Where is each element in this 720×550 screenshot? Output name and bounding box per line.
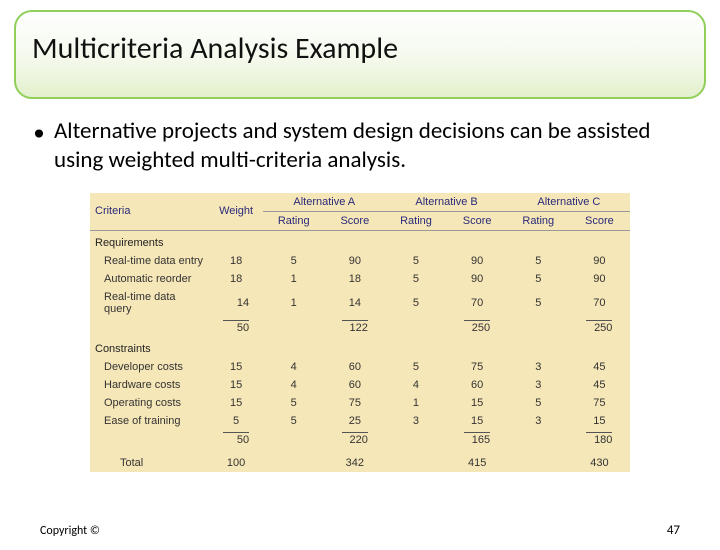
footer-page-number: 47	[667, 523, 680, 538]
col-c-rating: Rating	[508, 211, 569, 230]
col-criteria: Criteria	[90, 193, 209, 231]
col-b-score: Score	[447, 211, 508, 230]
criteria-table: Criteria Weight Alternative A Alternativ…	[90, 193, 630, 472]
bullet-text: Alternative projects and system design d…	[48, 117, 690, 175]
total-row: Total 100 342 415 430	[90, 449, 630, 472]
col-c-score: Score	[569, 211, 630, 230]
subtotal-constraints: 50 220 165 180	[90, 430, 630, 449]
bullet-list: • Alternative projects and system design…	[30, 117, 690, 175]
section-requirements: Requirements	[90, 230, 630, 252]
col-a-rating: Rating	[263, 211, 324, 230]
bullet-item: • Alternative projects and system design…	[30, 117, 690, 175]
section-constraints: Constraints	[90, 337, 630, 358]
table-row: Operating costs 15 5 75 1 15 5 75	[90, 394, 630, 412]
table-row: Automatic reorder 18 1 18 5 90 5 90	[90, 270, 630, 288]
table-row: Ease of training 5 5 25 3 15 3 15	[90, 412, 630, 430]
col-alt-c: Alternative C	[508, 193, 630, 212]
footer-copyright: Copyright ©	[40, 524, 100, 538]
col-weight: Weight	[209, 193, 263, 231]
col-alt-a: Alternative A	[263, 193, 385, 212]
col-a-score: Score	[324, 211, 385, 230]
col-alt-b: Alternative B	[385, 193, 507, 212]
table-header-row-1: Criteria Weight Alternative A Alternativ…	[90, 193, 630, 212]
table-row: Real-time data entry 18 5 90 5 90 5 90	[90, 252, 630, 270]
title-panel: Multicriteria Analysis Example	[14, 10, 706, 99]
page-title: Multicriteria Analysis Example	[32, 30, 688, 67]
table-row: Developer costs 15 4 60 5 75 3 45	[90, 358, 630, 376]
table-row: Real-time data query 14 1 14 5 70 5 70	[90, 288, 630, 318]
col-b-rating: Rating	[385, 211, 446, 230]
bullet-dot-icon: •	[30, 119, 48, 148]
table-row: Hardware costs 15 4 60 4 60 3 45	[90, 376, 630, 394]
subtotal-requirements: 50 122 250 250	[90, 318, 630, 337]
